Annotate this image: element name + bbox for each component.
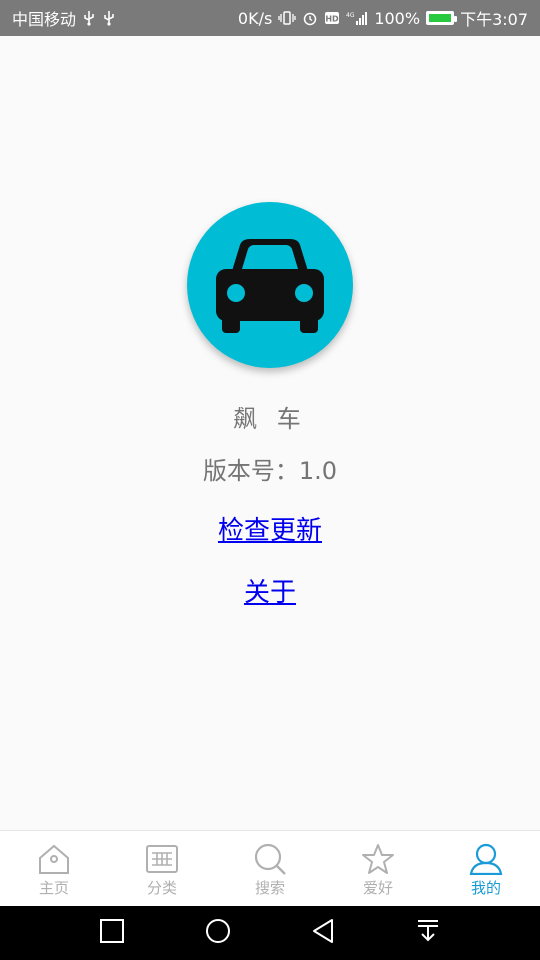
svg-text:4G: 4G — [346, 12, 355, 19]
carrier-text: 中国移动 — [12, 10, 77, 29]
tab-favorites-label: 爱好 — [362, 879, 393, 897]
signal-icon: 4G — [346, 10, 368, 26]
about-link[interactable]: 关于 — [0, 572, 540, 609]
bottom-tab-bar: 主页 分类 搜索 爱好 我的 — [0, 830, 540, 906]
clock: 下午3:07 — [460, 10, 528, 29]
tab-search[interactable]: 搜索 — [216, 831, 324, 906]
search-icon — [254, 843, 286, 875]
usb-debug-icon — [102, 10, 116, 26]
triangle-back-icon — [313, 919, 334, 943]
home-icon — [39, 844, 69, 874]
tab-search-label: 搜索 — [254, 879, 285, 897]
status-bar: 中国移动 0K/s HD 4G 100% 下午3:07 — [0, 0, 540, 36]
back-button[interactable] — [310, 917, 336, 949]
tab-mine[interactable]: 我的 — [432, 831, 540, 906]
alarm-icon — [302, 10, 318, 26]
circle-icon — [205, 919, 230, 943]
hd-icon: HD — [324, 10, 340, 26]
usb-icon — [82, 10, 96, 26]
notification-pull-button[interactable] — [415, 918, 441, 948]
version-label: 版本号：1.0 — [202, 457, 338, 485]
tab-home-label: 主页 — [38, 879, 69, 897]
tab-home[interactable]: 主页 — [0, 831, 108, 906]
home-button[interactable] — [204, 917, 232, 949]
about-content: 飙 车 版本号：1.0 检查更新 关于 — [0, 36, 540, 830]
tab-mine-label: 我的 — [470, 879, 501, 897]
tab-category-label: 分类 — [146, 879, 177, 897]
vibrate-icon — [278, 10, 296, 26]
grid-icon — [146, 845, 178, 873]
battery-icon — [426, 11, 458, 25]
svg-text:HD: HD — [326, 15, 340, 24]
battery-percent: 100% — [374, 8, 421, 28]
tab-favorites[interactable]: 爱好 — [324, 831, 432, 906]
pull-down-icon — [417, 920, 438, 942]
system-navigation-bar — [0, 906, 540, 960]
star-icon — [362, 844, 394, 874]
status-left: 中国移动 — [12, 6, 116, 30]
app-name: 飙 车 — [233, 405, 307, 433]
square-icon — [100, 919, 125, 943]
check-update-link[interactable]: 检查更新 — [0, 510, 540, 547]
user-icon — [469, 843, 503, 875]
status-right: 0K/s HD 4G 100% 下午3:07 — [238, 6, 528, 30]
network-speed: 0K/s — [237, 8, 273, 28]
app-logo — [187, 202, 353, 368]
tab-category[interactable]: 分类 — [108, 831, 216, 906]
car-icon — [216, 239, 324, 333]
recents-button[interactable] — [99, 918, 125, 948]
